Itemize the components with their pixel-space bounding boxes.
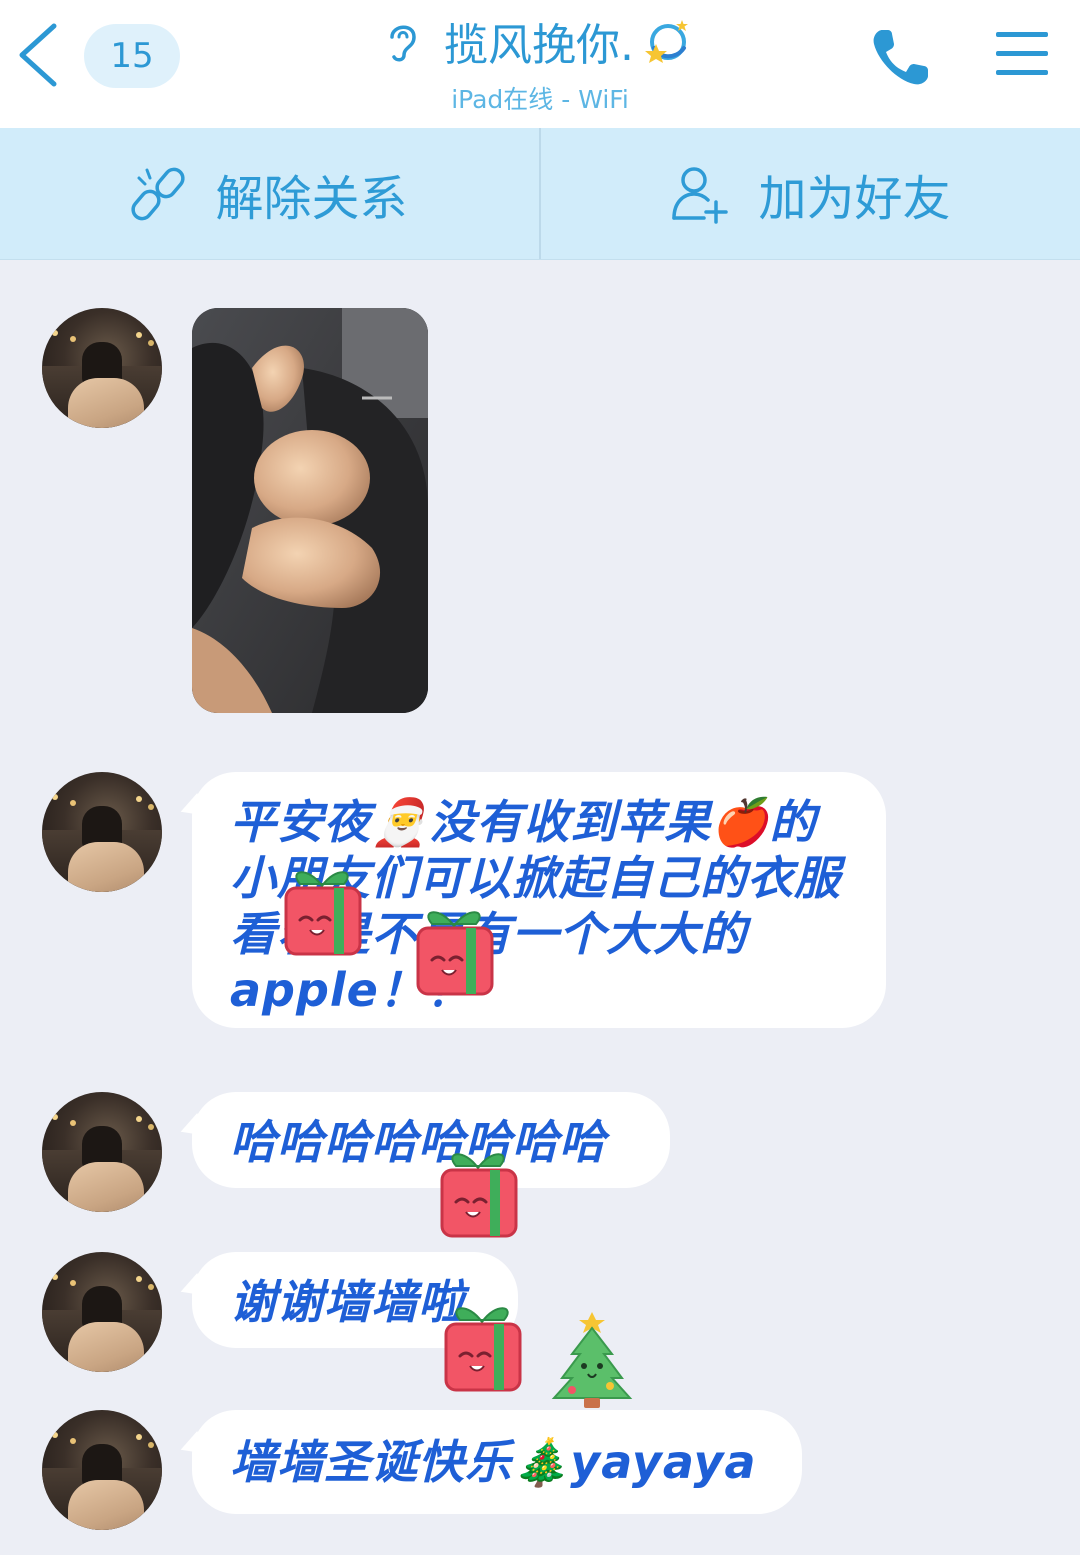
chevron-left-icon[interactable] (14, 22, 62, 88)
sender-avatar[interactable] (42, 1252, 162, 1372)
gift-box-sticker-icon (444, 1307, 522, 1392)
text-message-bubble[interactable]: 哈哈哈哈哈哈哈哈 (192, 1092, 670, 1188)
unbind-relationship-button[interactable]: 解除关系 (0, 128, 539, 259)
chat-header[interactable]: 揽风挽你. iPad在线 - WiFi (240, 10, 840, 120)
add-user-icon (672, 166, 729, 224)
image-message[interactable] (192, 308, 428, 713)
top-bar: 15 揽风挽你. iPad在线 - WiFi (0, 0, 1080, 128)
gift-box-sticker-icon (284, 871, 362, 956)
sender-avatar[interactable] (42, 772, 162, 892)
text-message-bubble[interactable]: 墙墙圣诞快乐🎄yayaya (192, 1410, 802, 1514)
gift-box-sticker-icon (440, 1153, 518, 1238)
relationship-action-bar: 解除关系 加为好友 (0, 128, 1080, 260)
online-status: iPad在线 - WiFi (451, 85, 629, 114)
photo-thumbnail (192, 308, 428, 713)
contact-name: 揽风挽你. (444, 20, 634, 71)
broken-link-icon (131, 167, 186, 220)
christmas-tree-sticker-icon (551, 1312, 633, 1408)
unread-count-badge[interactable]: 15 (84, 24, 180, 88)
ear-icon (390, 25, 416, 62)
comet-star-icon (645, 20, 688, 63)
sender-avatar[interactable] (42, 308, 162, 428)
message-text: 墙墙圣诞快乐🎄yayaya (230, 1435, 757, 1489)
message-text: 哈哈哈哈哈哈哈哈 (230, 1115, 606, 1169)
phone-icon[interactable] (868, 24, 934, 90)
gift-box-sticker-icon (416, 911, 494, 996)
menu-icon[interactable] (994, 28, 1050, 80)
sender-avatar[interactable] (42, 1092, 162, 1212)
add-friend-label: 加为好友 (758, 170, 951, 227)
sender-avatar[interactable] (42, 1410, 162, 1530)
unbind-label: 解除关系 (215, 170, 408, 227)
add-friend-button[interactable]: 加为好友 (541, 128, 1080, 259)
